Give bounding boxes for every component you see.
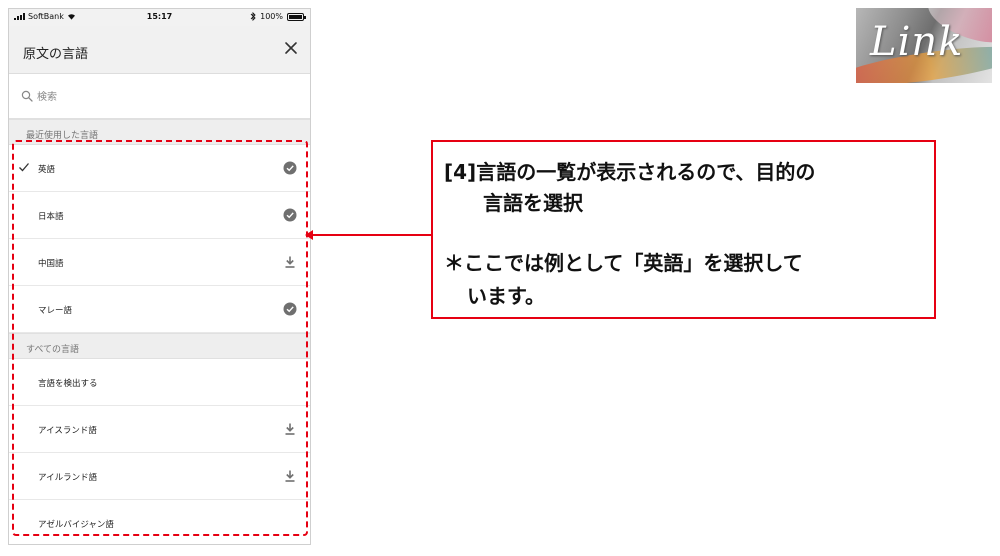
- logo-text: Link: [870, 19, 964, 65]
- callout-line-3: ＊ここでは例として「英語」を選択して: [444, 251, 803, 275]
- search-bar: [9, 75, 310, 119]
- app-bar: 原文の言語: [9, 26, 310, 74]
- connector-line: [312, 234, 431, 236]
- page-title: 原文の言語: [23, 47, 89, 62]
- bluetooth-icon: [250, 12, 256, 21]
- search-input[interactable]: [37, 87, 287, 107]
- highlight-dashed-box: [12, 140, 308, 536]
- battery-percent: 100%: [260, 12, 283, 21]
- instruction-callout: [4]言語の一覧が表示されるので、目的の 言語を選択 ＊ここでは例として「英語」…: [431, 140, 936, 319]
- callout-line-1: [4]言語の一覧が表示されるので、目的の: [444, 160, 816, 184]
- search-icon: [21, 90, 33, 102]
- status-bar: SoftBank 15:17 100%: [9, 9, 310, 26]
- battery-icon: [287, 12, 306, 21]
- close-icon[interactable]: [284, 41, 298, 55]
- link-logo: Link: [856, 8, 992, 83]
- callout-line-4: います。: [467, 284, 545, 308]
- callout-line-2: 言語を選択: [483, 191, 583, 215]
